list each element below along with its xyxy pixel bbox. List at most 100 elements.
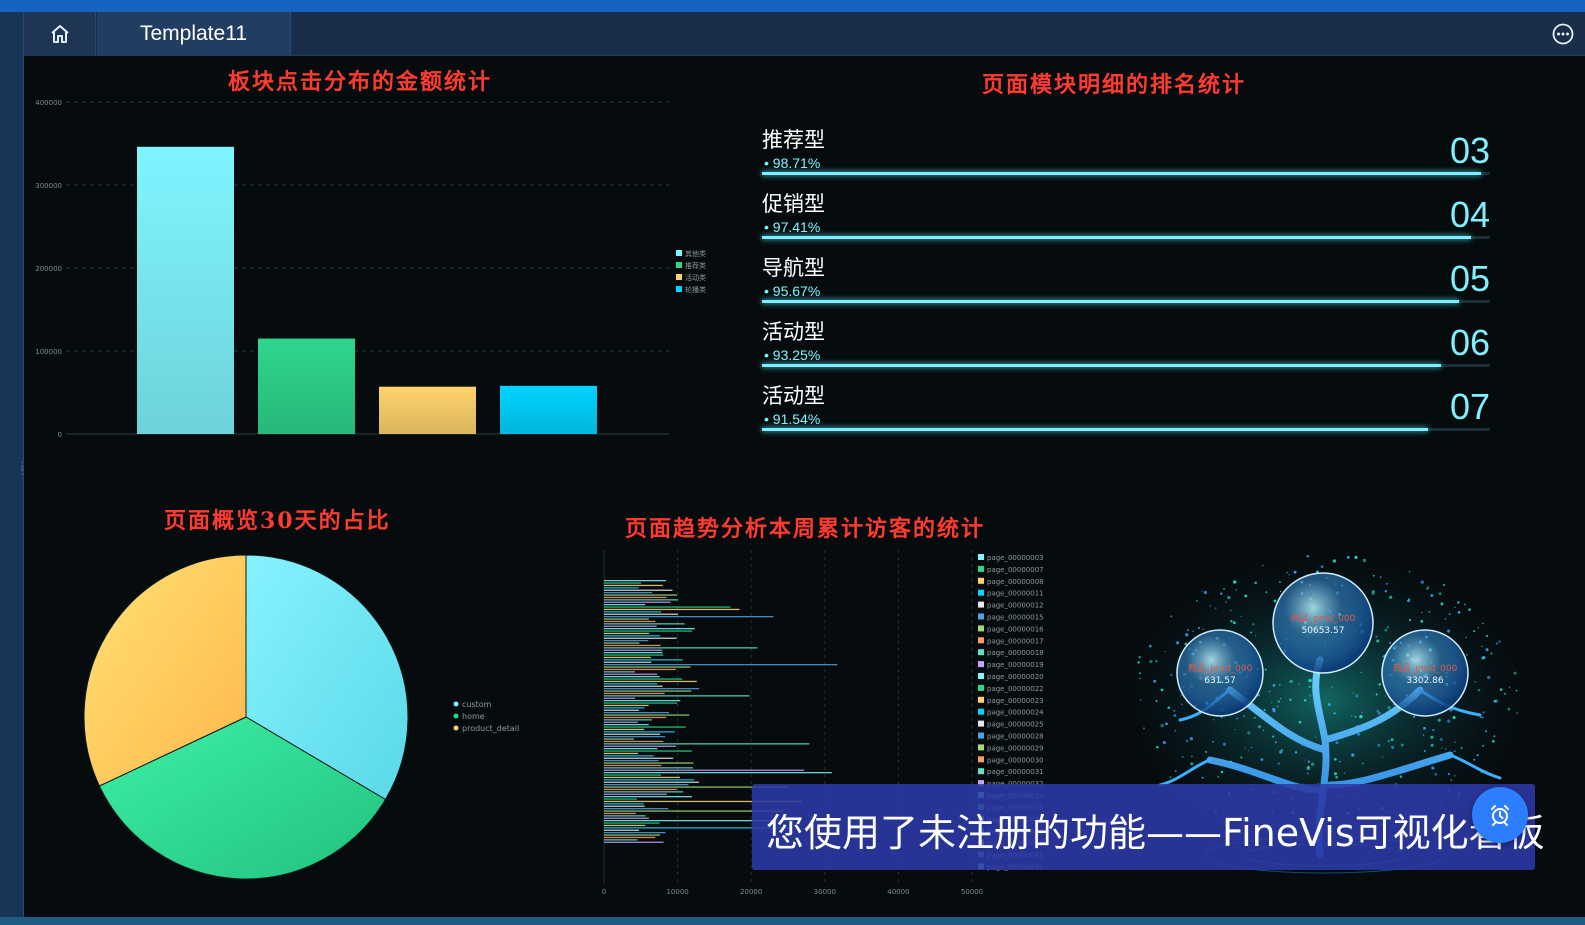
hbar-bar[interactable]: [604, 589, 673, 591]
hbar-bar[interactable]: [604, 623, 685, 625]
hbar-bar[interactable]: [604, 659, 683, 661]
hbar-bar[interactable]: [604, 664, 838, 666]
pie-legend-label[interactable]: custom: [462, 700, 492, 709]
hbar-bar[interactable]: [604, 716, 667, 719]
hbar-bar[interactable]: [604, 592, 653, 594]
resize-handle[interactable]: ⋮ ⋮: [17, 462, 27, 484]
hbar-legend-label[interactable]: page_00000008: [987, 578, 1044, 586]
more-button[interactable]: [1551, 22, 1575, 46]
hbar-bar[interactable]: [604, 649, 663, 651]
hbar-legend-label[interactable]: page_00000007: [987, 566, 1044, 574]
hbar-legend-label[interactable]: page_00000025: [987, 721, 1044, 729]
hbar-bar[interactable]: [604, 721, 638, 723]
hbar-bar[interactable]: [604, 688, 700, 690]
hbar-bar[interactable]: [604, 620, 656, 623]
hbar-bar[interactable]: [604, 731, 675, 733]
hbar-bar[interactable]: [604, 817, 649, 819]
home-button[interactable]: [24, 12, 96, 56]
hbar-legend-label[interactable]: page_00000020: [987, 673, 1044, 681]
hbar-bar[interactable]: [604, 606, 731, 608]
hbar-bar[interactable]: [604, 728, 645, 731]
hbar-bar[interactable]: [604, 738, 634, 740]
hbar-bar[interactable]: [604, 628, 695, 630]
hbar-bar[interactable]: [604, 613, 678, 615]
hbar-bar[interactable]: [604, 676, 660, 678]
hbar-bar[interactable]: [604, 692, 665, 695]
hbar-bar[interactable]: [604, 743, 810, 745]
hbar-bar[interactable]: [604, 788, 677, 791]
hbar-legend-label[interactable]: page_00000023: [987, 697, 1044, 705]
hbar-legend-label[interactable]: page_00000011: [987, 590, 1044, 598]
hbar-bar[interactable]: [604, 740, 664, 743]
hbar-bar[interactable]: [604, 760, 659, 762]
hbar-bar[interactable]: [604, 839, 638, 841]
hbar-bar[interactable]: [604, 668, 676, 671]
hbar-bar[interactable]: [604, 791, 684, 793]
hbar-bar[interactable]: [604, 596, 667, 599]
hbar-bar[interactable]: [604, 832, 666, 834]
hbar-bar[interactable]: [604, 719, 652, 721]
hbar-bar[interactable]: [604, 647, 758, 649]
hbar-bar[interactable]: [604, 640, 649, 642]
hbar-legend-label[interactable]: page_00000012: [987, 602, 1044, 610]
hbar-bar[interactable]: [604, 714, 690, 716]
hbar-bar[interactable]: [604, 673, 658, 675]
hbar-bar[interactable]: [604, 752, 638, 755]
hbar-bar[interactable]: [604, 690, 692, 692]
bar-轮播类[interactable]: [500, 385, 597, 434]
hbar-bar[interactable]: [604, 697, 636, 699]
hbar-bar[interactable]: [604, 776, 680, 779]
hbar-bar[interactable]: [604, 594, 677, 596]
hbar-bar[interactable]: [604, 709, 639, 711]
hbar-bar[interactable]: [604, 616, 774, 618]
hbar-bar[interactable]: [604, 755, 654, 757]
hbar-bar[interactable]: [604, 637, 677, 639]
hbar-bar[interactable]: [604, 700, 681, 702]
hbar-legend-label[interactable]: page_00000029: [987, 744, 1044, 752]
hbar-legend-label[interactable]: page_00000003: [987, 554, 1044, 562]
hbar-bar[interactable]: [604, 599, 678, 601]
hbar-bar[interactable]: [604, 608, 740, 611]
hbar-legend-label[interactable]: page_00000017: [987, 637, 1044, 645]
hbar-bar[interactable]: [604, 666, 691, 668]
hbar-bar[interactable]: [604, 750, 692, 752]
hbar-legend-label[interactable]: page_00000019: [987, 661, 1044, 669]
bar-推荐类[interactable]: [258, 338, 355, 434]
hbar-bar[interactable]: [604, 580, 666, 582]
hbar-bar[interactable]: [604, 834, 661, 836]
hbar-bar[interactable]: [604, 632, 650, 635]
pie-legend-label[interactable]: home: [462, 712, 485, 721]
bar-legend-label[interactable]: 其他类: [685, 249, 706, 258]
hbar-bar[interactable]: [604, 774, 661, 776]
hbar-legend-label[interactable]: page_00000022: [987, 685, 1044, 693]
tab-template11[interactable]: Template11: [97, 12, 291, 56]
hbar-bar[interactable]: [604, 793, 667, 795]
alarm-button[interactable]: [1472, 787, 1528, 843]
hbar-bar[interactable]: [604, 836, 656, 839]
hbar-bar[interactable]: [604, 702, 678, 704]
hbar-legend-label[interactable]: page_00000018: [987, 649, 1044, 657]
hbar-bar[interactable]: [604, 601, 671, 603]
hbar-bar[interactable]: [604, 829, 640, 831]
bar-其他类[interactable]: [137, 146, 234, 434]
hbar-bar[interactable]: [604, 745, 676, 747]
hbar-bar[interactable]: [604, 642, 640, 644]
hbar-bar[interactable]: [604, 803, 644, 805]
hbar-bar[interactable]: [604, 764, 662, 767]
pie-legend-label[interactable]: product_detail: [462, 724, 519, 733]
hbar-bar[interactable]: [604, 796, 692, 798]
hbar-bar[interactable]: [604, 678, 683, 680]
hbar-bar[interactable]: [604, 812, 636, 815]
hbar-bar[interactable]: [604, 822, 660, 824]
hbar-bar[interactable]: [604, 584, 663, 587]
hbar-bar[interactable]: [604, 654, 664, 656]
hbar-bar[interactable]: [604, 781, 700, 783]
hbar-legend-label[interactable]: page_00000031: [987, 768, 1044, 776]
hbar-bar[interactable]: [604, 769, 805, 771]
hbar-legend-label[interactable]: page_00000024: [987, 709, 1044, 717]
hbar-bar[interactable]: [604, 736, 666, 738]
hbar-bar[interactable]: [604, 707, 645, 709]
hbar-bar[interactable]: [604, 635, 661, 637]
hbar-bar[interactable]: [604, 630, 693, 632]
hbar-bar[interactable]: [604, 762, 694, 764]
